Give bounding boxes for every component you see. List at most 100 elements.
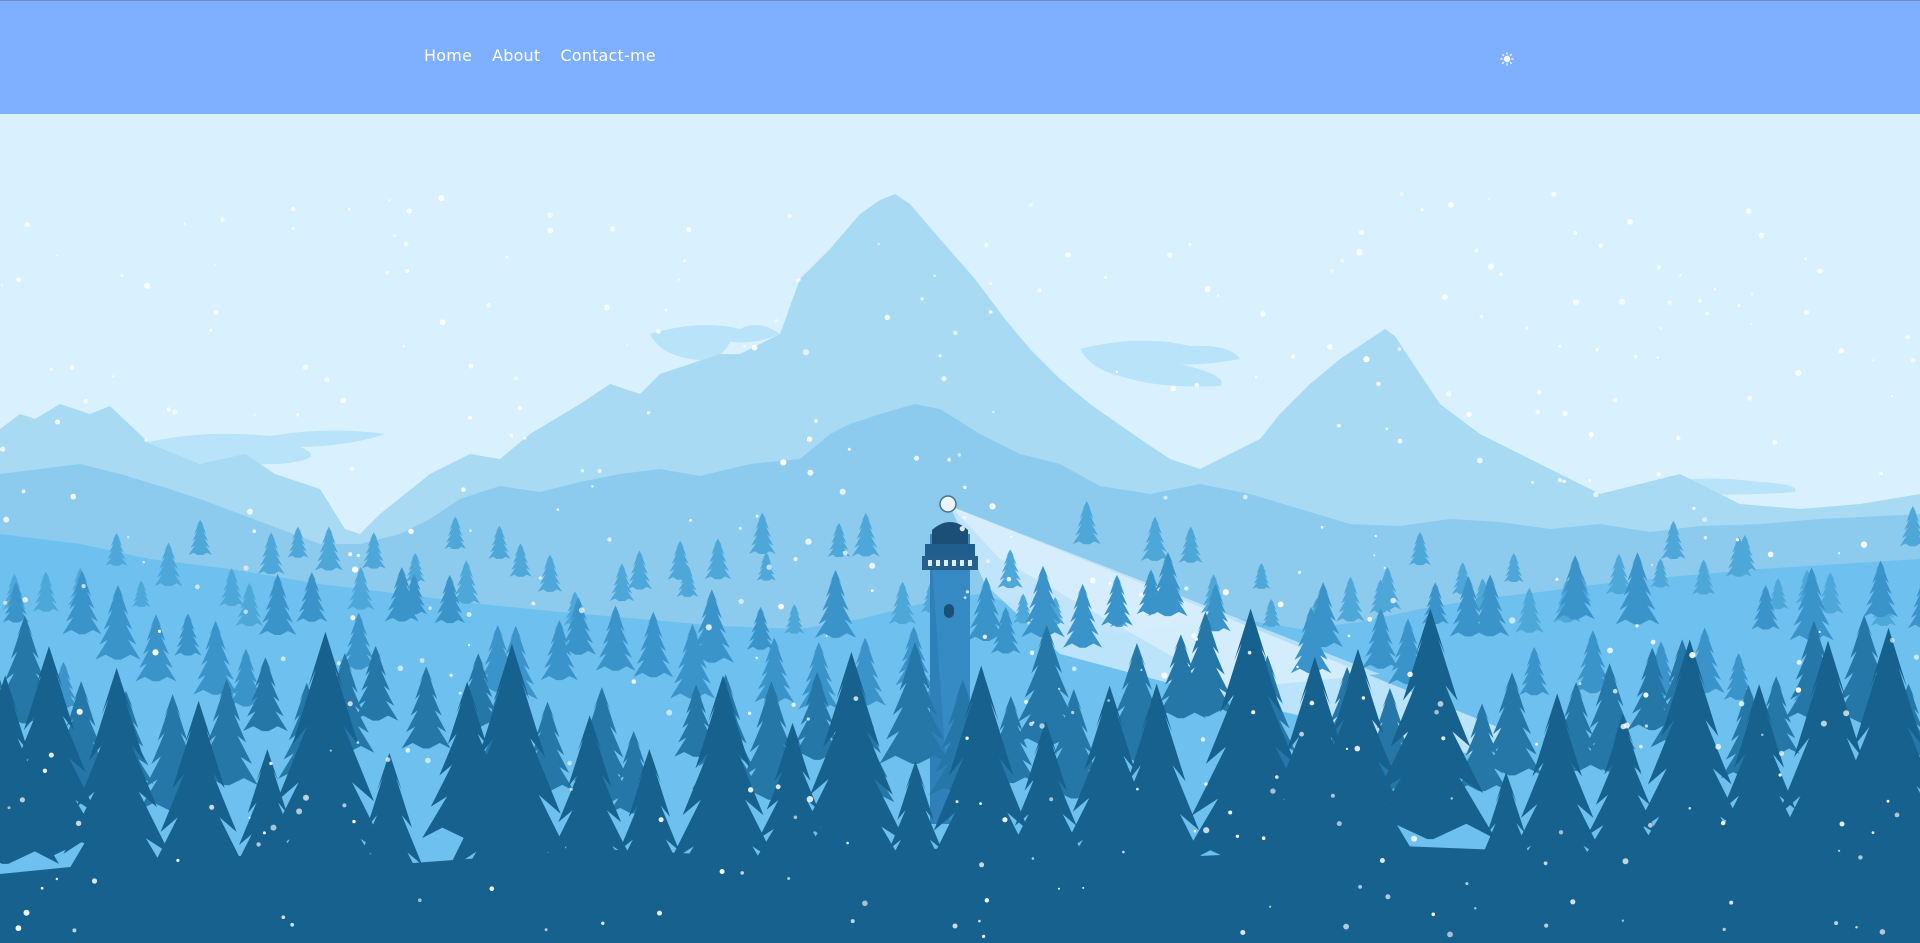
snowflake [1688,807,1692,810]
snowflake [1407,671,1413,677]
snowflake [209,328,213,332]
snowflake [1558,345,1561,348]
snowflake [1188,242,1192,247]
snowflake [959,526,965,532]
snowflake [989,503,996,510]
snowflake [19,797,25,803]
snowflake [1573,299,1579,306]
snowflake [1024,700,1028,704]
snowflake [1544,923,1549,928]
snowflake [1167,252,1173,258]
snowflake [7,806,11,810]
snowflake [347,207,351,211]
snowflake [1913,654,1919,660]
snowflake [23,909,30,916]
snowflake [877,242,880,246]
snowflake [1136,787,1139,791]
snowflake [807,469,814,476]
snowflake [658,817,664,823]
snowflake [1071,710,1075,715]
snowflake [1441,294,1448,300]
snowflake [1570,899,1576,905]
hero-section [0,114,1920,943]
snowflake [1194,382,1199,388]
snowflake [1255,375,1258,379]
snowflake [419,658,425,663]
snowflake [738,526,742,530]
snowflake [1761,733,1764,736]
snowflake [428,606,432,610]
snowflake [884,314,891,321]
snowflake [1871,831,1875,834]
snowflake [738,598,744,605]
snowflake [1065,252,1071,258]
theme-toggle-button[interactable] [1500,52,1514,66]
snowflake [1446,391,1452,397]
snowflake [1705,311,1710,316]
snowflake [49,367,53,371]
snowflake [469,529,472,532]
snowflake [461,487,466,493]
snowflake [1667,300,1673,305]
snowflake [686,227,692,233]
nav-link-home[interactable]: Home [424,46,472,65]
snowflake [984,898,989,903]
snowflake [689,519,692,522]
snowflake [486,303,492,308]
snowflake [1397,438,1403,444]
snowflake [1049,797,1054,802]
nav-link-about[interactable]: About [492,46,540,65]
snowflake [1299,731,1304,737]
snowflake [962,515,967,520]
snowflake [1889,637,1895,643]
snowflake [802,349,810,356]
snowflake [1858,855,1863,860]
snowflake [1261,836,1266,840]
snowflake [1593,491,1599,498]
snowflake [349,466,355,471]
snowflake [988,310,993,314]
snowflake [112,375,115,379]
snowflake [72,928,77,933]
snowflake [1107,699,1110,702]
snowflake [751,344,758,351]
snowflake [356,741,360,744]
snowflake [425,757,431,764]
snowflake [252,529,256,534]
snowflake [952,923,958,929]
snowflake [48,752,54,758]
snowflake [406,208,412,214]
snowflake [657,910,662,916]
snowflake [1028,202,1033,208]
snowflake [1722,927,1726,932]
snowflake [1354,745,1361,752]
snowflake [1650,639,1656,645]
snowflake [677,277,680,281]
snowflake [509,433,514,438]
snowflake [1082,886,1085,889]
snowflake [303,794,309,801]
snowflake [656,329,661,334]
snowflake [1767,551,1774,558]
nav-link-contact[interactable]: Contact-me [560,46,655,65]
snowflake [787,213,792,219]
snowflake [1729,900,1734,905]
snowflake [1509,617,1516,624]
snowflake [1855,926,1858,929]
snowflake [1203,827,1210,834]
snowflake [870,589,874,593]
snowflake [1713,288,1717,291]
snowflake [1621,919,1625,922]
snowflake [1251,710,1256,715]
snowflake [467,643,471,647]
snowflake [1573,231,1578,236]
snowflake [556,508,560,511]
snowflake [1376,381,1381,387]
snowflake [280,656,286,662]
snowflake [1383,566,1386,569]
snowflake [489,886,495,891]
snowflake [55,877,58,881]
snowflake [1465,882,1469,886]
snowflake [1072,666,1077,672]
snowflake [1872,359,1875,362]
